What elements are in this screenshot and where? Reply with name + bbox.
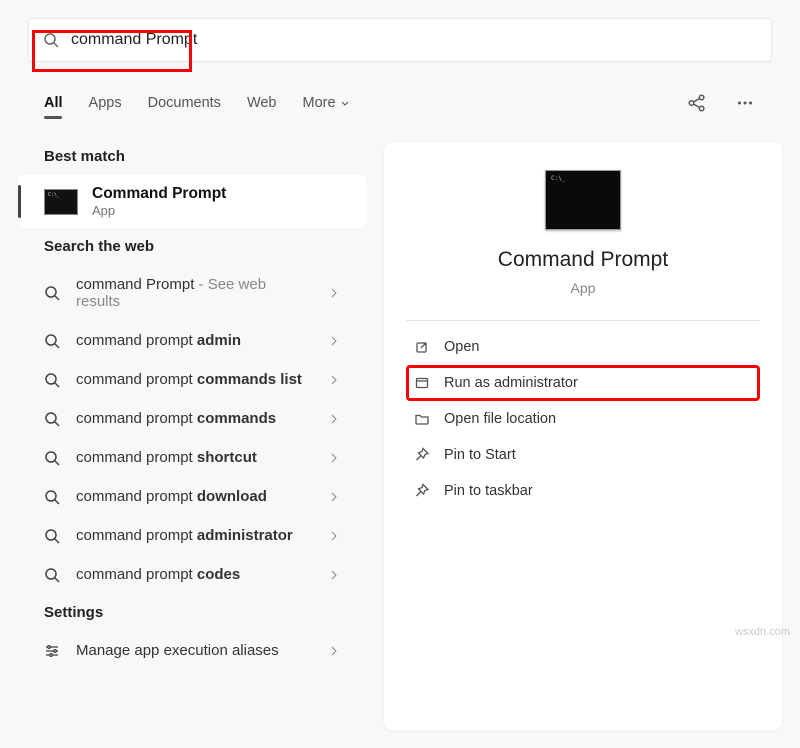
chevron-right-icon [328,287,340,299]
tab-more[interactable]: More [303,95,350,111]
web-results: command Prompt - See web results command… [0,265,384,594]
share-icon[interactable] [686,92,708,114]
preview-panel: C:\_ Command Prompt App Open Run as admin… [384,142,782,730]
best-match-item[interactable]: C:\_ Command Prompt App [18,175,366,228]
action-label: Pin to Start [444,447,516,463]
action-pin-to-start[interactable]: Pin to Start [406,437,760,473]
chevron-right-icon [328,452,340,464]
section-best-match: Best match [0,138,384,175]
preview-actions: Open Run as administrator Open file locati… [406,329,760,509]
web-result-item[interactable]: command prompt download [0,477,384,516]
separator [406,320,760,321]
search-icon [44,450,60,466]
action-run-as-administrator[interactable]: Run as administrator [406,365,760,401]
web-result-item[interactable]: command Prompt - See web results [0,265,384,321]
search-input[interactable] [71,31,757,49]
settings-item[interactable]: Manage app execution aliases [0,631,384,670]
web-result-label: command prompt admin [76,332,312,349]
chevron-down-icon [340,98,350,108]
tab-documents[interactable]: Documents [148,95,221,111]
pin-icon [414,483,430,499]
settings-item-label: Manage app execution aliases [76,642,312,659]
preview-header: C:\_ Command Prompt App [406,170,760,296]
search-icon [44,489,60,505]
web-result-item[interactable]: command prompt codes [0,555,384,594]
folder-icon [414,411,430,427]
chevron-right-icon [328,530,340,542]
web-result-label: command prompt download [76,488,312,505]
tab-web[interactable]: Web [247,95,277,111]
admin-icon [414,375,430,391]
pin-icon [414,447,430,463]
search-icon [44,333,60,349]
search-icon [44,285,60,301]
preview-type: App [571,280,596,296]
action-open[interactable]: Open [406,329,760,365]
web-result-item[interactable]: command prompt admin [0,321,384,360]
action-label: Run as administrator [444,375,578,391]
web-result-label: command Prompt - See web results [76,276,312,310]
web-result-item[interactable]: command prompt commands list [0,360,384,399]
action-open-file-location[interactable]: Open file location [406,401,760,437]
search-icon [44,411,60,427]
cmd-prompt-icon-large: C:\_ [545,170,621,230]
search-icon [44,528,60,544]
web-result-label: command prompt commands list [76,371,312,388]
web-result-item[interactable]: command prompt administrator [0,516,384,555]
chevron-right-icon [328,645,340,657]
tab-all[interactable]: All [44,95,63,111]
web-result-label: command prompt codes [76,566,312,583]
action-label: Open file location [444,411,556,427]
watermark: wsxdn.com [735,626,790,638]
search-bar[interactable] [28,18,772,62]
content: Best match C:\_ Command Prompt App Searc… [0,132,800,748]
tabs-row: All Apps Documents Web More [0,72,800,132]
search-icon [43,32,59,48]
left-panel: Best match C:\_ Command Prompt App Searc… [0,132,384,748]
search-icon [44,567,60,583]
web-result-label: command prompt commands [76,410,312,427]
chevron-right-icon [328,374,340,386]
search-icon [44,372,60,388]
web-result-label: command prompt shortcut [76,449,312,466]
best-match-text: Command Prompt App [92,185,226,218]
chevron-right-icon [328,413,340,425]
chevron-right-icon [328,491,340,503]
section-settings: Settings [0,594,384,631]
web-result-item[interactable]: command prompt shortcut [0,438,384,477]
best-match-name: Command Prompt [92,185,226,203]
web-result-label: command prompt administrator [76,527,312,544]
open-icon [414,339,430,355]
web-result-item[interactable]: command prompt commands [0,399,384,438]
more-icon[interactable] [734,92,756,114]
sliders-icon [44,643,60,659]
action-label: Pin to taskbar [444,483,533,499]
action-label: Open [444,339,479,355]
cmd-prompt-icon: C:\_ [44,189,78,215]
chevron-right-icon [328,569,340,581]
preview-title: Command Prompt [498,248,668,272]
section-web: Search the web [0,228,384,265]
tab-apps[interactable]: Apps [89,95,122,111]
best-match-type: App [92,203,226,218]
chevron-right-icon [328,335,340,347]
action-pin-to-taskbar[interactable]: Pin to taskbar [406,473,760,509]
